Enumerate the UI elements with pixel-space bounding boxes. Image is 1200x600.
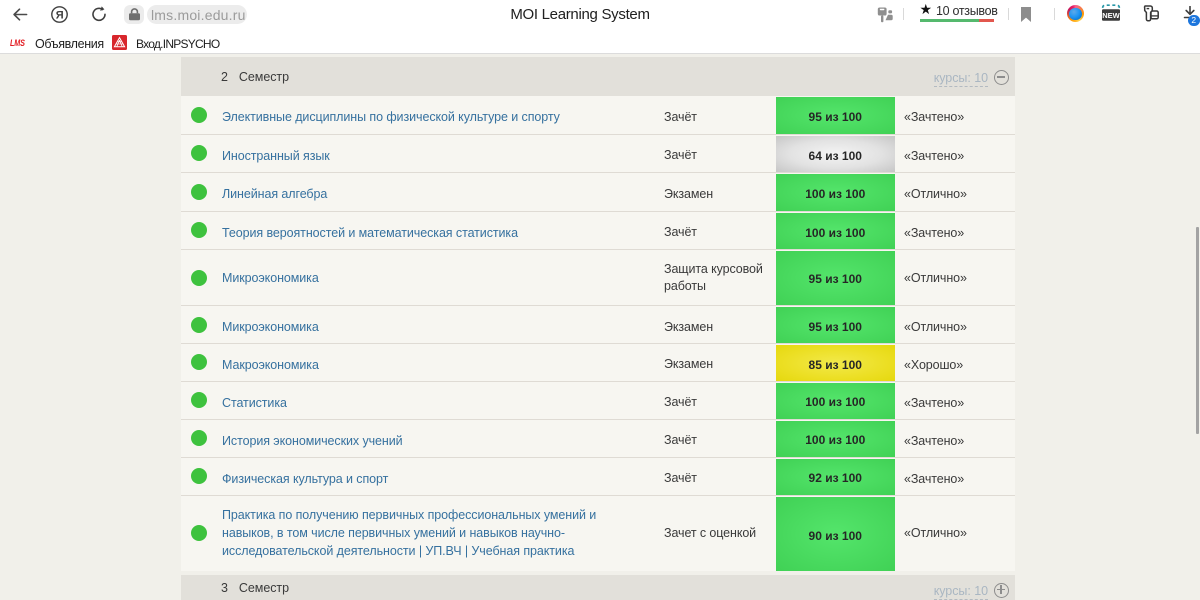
svg-text:NEW: NEW xyxy=(1102,11,1120,20)
svg-text:Я: Я xyxy=(56,9,64,21)
